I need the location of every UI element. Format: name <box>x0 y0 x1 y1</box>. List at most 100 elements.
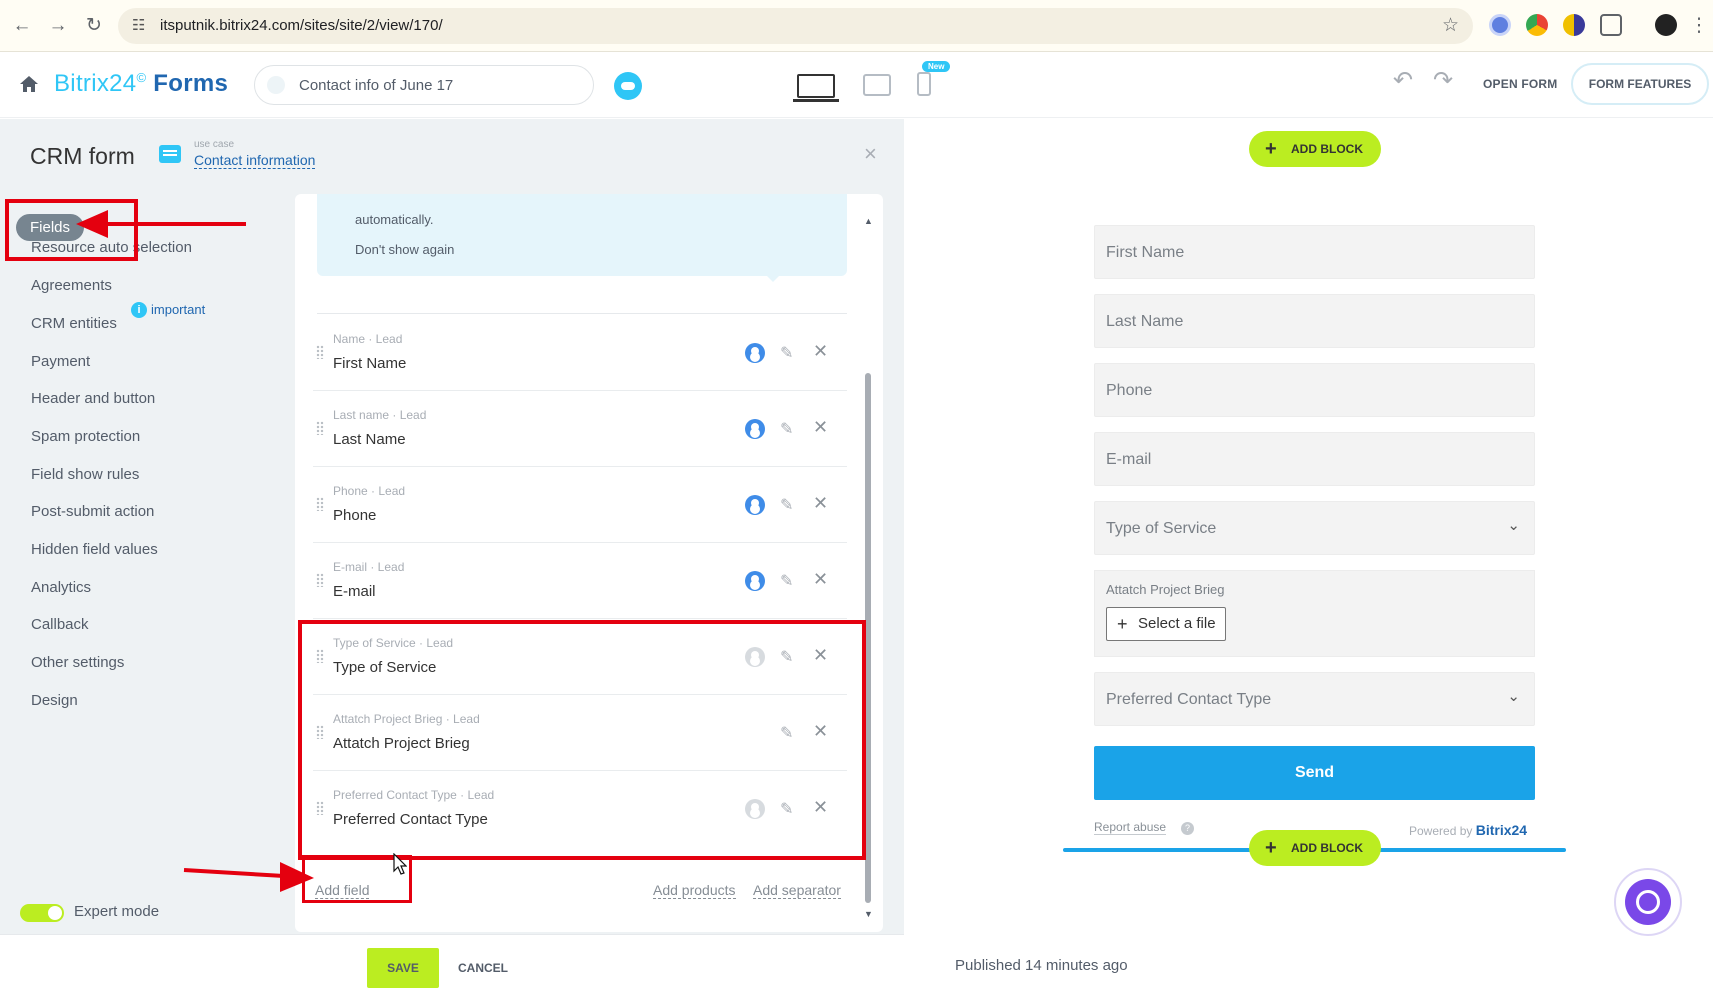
add-block-button-top[interactable]: + ADD BLOCK <box>1249 131 1381 167</box>
extension-2-icon[interactable] <box>1526 14 1548 36</box>
extensions-puzzle-icon[interactable] <box>1600 14 1622 36</box>
extension-1-icon[interactable] <box>1489 14 1511 36</box>
field-label: Phone <box>333 507 377 524</box>
select-file-label: Select a file <box>1138 615 1216 632</box>
field-row-last-name[interactable]: Last name · Lead Last Name ✎ ✕ <box>313 391 847 467</box>
drag-handle-icon[interactable] <box>316 345 324 359</box>
form-preview: + ADD BLOCK First Name Last Name Phone E… <box>905 119 1713 998</box>
brand-mark: © <box>136 70 147 85</box>
form-title-field[interactable]: Contact info of June 17 <box>254 65 594 105</box>
drag-handle-icon[interactable] <box>316 573 324 587</box>
field-crm-mapping: Phone · Lead <box>333 484 406 498</box>
crm-user-icon[interactable] <box>745 571 765 591</box>
browser-toolbar: ← → ↻ ☷ itsputnik.bitrix24.com/sites/sit… <box>0 0 1713 52</box>
crm-user-icon[interactable] <box>745 495 765 515</box>
drag-handle-icon[interactable] <box>316 497 324 511</box>
scroll-down-icon[interactable]: ▼ <box>864 909 873 919</box>
cloud-sync-icon[interactable] <box>614 72 642 100</box>
field-row-email[interactable]: E-mail · Lead E-mail ✎ ✕ <box>313 543 847 619</box>
preview-phone-input[interactable]: Phone <box>1094 363 1535 417</box>
dont-show-again-link[interactable]: Don't show again <box>355 242 454 257</box>
important-badge[interactable]: important <box>151 302 205 317</box>
undo-icon[interactable]: ↶ <box>1393 66 1413 95</box>
edit-pencil-icon[interactable]: ✎ <box>780 343 793 363</box>
add-products-link[interactable]: Add products <box>653 882 736 899</box>
edit-pencil-icon[interactable]: ✎ <box>780 419 793 439</box>
menu-item-header-and-button[interactable]: Header and button <box>31 390 155 407</box>
bookmark-star-icon[interactable]: ☆ <box>1442 14 1459 37</box>
tablet-view-icon[interactable] <box>863 74 891 96</box>
hint-pointer <box>765 274 781 282</box>
report-abuse-link[interactable]: Report abuse <box>1094 820 1167 835</box>
crm-user-icon[interactable] <box>745 419 765 439</box>
menu-item-spam-protection[interactable]: Spam protection <box>31 428 140 445</box>
add-separator-link[interactable]: Add separator <box>753 882 841 899</box>
menu-item-analytics[interactable]: Analytics <box>31 579 91 596</box>
form-features-button[interactable]: FORM FEATURES <box>1571 63 1709 105</box>
brand-product: Forms <box>153 70 229 97</box>
scroll-up-icon[interactable]: ▲ <box>864 216 873 226</box>
add-block-button-bottom[interactable]: + ADD BLOCK <box>1249 830 1381 866</box>
field-label: Last Name <box>333 431 406 448</box>
field-crm-mapping: Name · Lead <box>333 332 403 346</box>
annotation-arrow-fields <box>76 210 246 238</box>
preview-last-name-input[interactable]: Last Name <box>1094 294 1535 348</box>
help-icon[interactable]: ? <box>1181 822 1194 835</box>
preview-email-input[interactable]: E-mail <box>1094 432 1535 486</box>
brand-name: Bitrix24 <box>54 70 137 97</box>
remove-icon[interactable]: ✕ <box>813 493 828 514</box>
menu-item-design[interactable]: Design <box>31 692 78 709</box>
field-label: E-mail <box>333 583 376 600</box>
menu-item-post-submit-action[interactable]: Post-submit action <box>31 503 154 520</box>
brand-logo[interactable]: Bitrix24© Forms <box>54 70 228 98</box>
close-icon[interactable]: × <box>864 141 877 167</box>
annotation-box-new-fields <box>298 620 866 860</box>
chevron-down-icon: ⌄ <box>1507 517 1520 534</box>
crm-user-icon[interactable] <box>745 343 765 363</box>
menu-item-hidden-field-values[interactable]: Hidden field values <box>31 541 158 558</box>
menu-item-crm-entities[interactable]: CRM entities <box>31 315 117 332</box>
menu-item-field-show-rules[interactable]: Field show rules <box>31 466 139 483</box>
address-bar[interactable]: ☷ itsputnik.bitrix24.com/sites/site/2/vi… <box>118 8 1473 44</box>
field-row-phone[interactable]: Phone · Lead Phone ✎ ✕ <box>313 467 847 543</box>
back-icon[interactable]: ← <box>8 12 36 40</box>
drag-handle-icon[interactable] <box>316 421 324 435</box>
edit-pencil-icon[interactable]: ✎ <box>780 571 793 591</box>
save-button[interactable]: SAVE <box>367 948 439 988</box>
menu-item-other-settings[interactable]: Other settings <box>31 654 124 671</box>
home-icon[interactable] <box>18 74 40 94</box>
remove-icon[interactable]: ✕ <box>813 341 828 362</box>
profile-avatar[interactable] <box>1655 14 1677 36</box>
desktop-view-icon[interactable] <box>793 74 839 102</box>
forward-icon[interactable]: → <box>44 12 72 40</box>
powered-by: Powered by Bitrix24 <box>1409 822 1527 838</box>
info-icon: i <box>131 302 147 318</box>
input-placeholder: E-mail <box>1106 451 1152 468</box>
send-button[interactable]: Send <box>1094 746 1535 800</box>
select-file-button[interactable]: + Select a file <box>1106 607 1226 641</box>
preview-type-of-service-select[interactable]: Type of Service ⌄ <box>1094 501 1535 555</box>
preview-first-name-input[interactable]: First Name <box>1094 225 1535 279</box>
mobile-view-icon[interactable] <box>917 72 931 96</box>
menu-item-callback[interactable]: Callback <box>31 616 89 633</box>
reload-icon[interactable]: ↻ <box>80 12 108 40</box>
remove-icon[interactable]: ✕ <box>813 417 828 438</box>
extension-3-icon[interactable] <box>1563 14 1585 36</box>
powered-by-brand[interactable]: Bitrix24 <box>1476 822 1527 838</box>
site-settings-icon[interactable]: ☷ <box>132 16 145 34</box>
action-bar: SAVE CANCEL <box>0 934 904 998</box>
open-form-button[interactable]: OPEN FORM <box>1483 77 1557 91</box>
expert-mode-toggle[interactable] <box>20 904 64 922</box>
browser-menu-icon[interactable]: ⋮ <box>1685 12 1713 40</box>
menu-item-payment[interactable]: Payment <box>31 353 90 370</box>
cancel-button[interactable]: CANCEL <box>458 961 508 975</box>
edit-pencil-icon[interactable]: ✎ <box>780 495 793 515</box>
file-field-label: Attatch Project Brieg <box>1106 582 1225 597</box>
redo-icon[interactable]: ↷ <box>1433 66 1453 95</box>
menu-item-agreements[interactable]: Agreements <box>31 277 112 294</box>
preview-preferred-contact-select[interactable]: Preferred Contact Type ⌄ <box>1094 672 1535 726</box>
field-row-first-name[interactable]: Name · Lead First Name ✎ ✕ <box>313 315 847 391</box>
remove-icon[interactable]: ✕ <box>813 569 828 590</box>
use-case-link[interactable]: Contact information <box>194 152 316 169</box>
assistant-fab-button[interactable] <box>1614 868 1682 936</box>
